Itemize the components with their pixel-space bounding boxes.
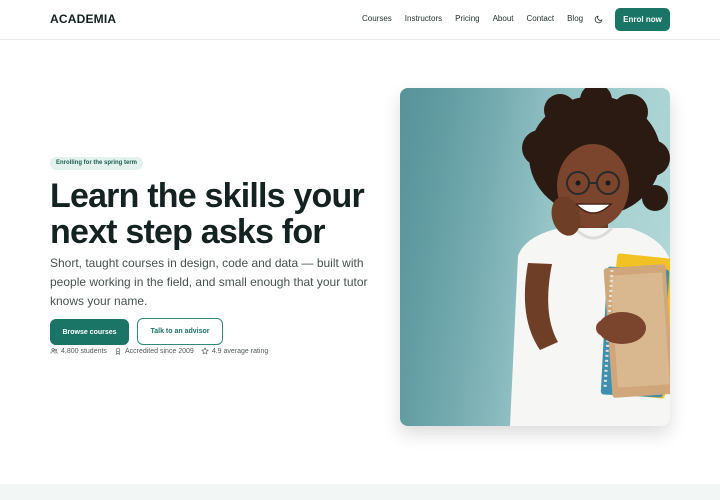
hero-title: Learn the skills your next step asks for [50, 177, 365, 251]
browse-courses-button[interactable]: Browse courses [50, 319, 129, 345]
stat-rating: 4.9 average rating [201, 347, 268, 355]
theme-toggle[interactable] [592, 13, 604, 25]
stat-students: 4,800 students [50, 347, 107, 355]
hero-stats: 4,800 students Accredited since 2009 4.9… [50, 347, 275, 355]
enrol-now-button[interactable]: Enrol now [615, 8, 670, 31]
stat-rating-text: 4.9 average rating [211, 347, 269, 355]
star-icon [201, 347, 209, 355]
moon-icon [594, 15, 602, 23]
student-illustration [400, 88, 670, 426]
nav-link-about[interactable]: About [493, 14, 514, 23]
users-icon [50, 348, 58, 354]
logo[interactable]: ACADEMIA [50, 12, 116, 26]
main-nav: Courses Instructors Pricing About Contac… [362, 14, 596, 23]
next-section-strip [0, 484, 720, 500]
site-header: ACADEMIA Courses Instructors Pricing Abo… [0, 0, 720, 40]
stat-accredited: Accredited since 2009 [114, 347, 194, 355]
nav-link-contact[interactable]: Contact [527, 14, 555, 23]
nav-link-instructors[interactable]: Instructors [405, 14, 442, 23]
nav-link-courses[interactable]: Courses [362, 14, 392, 23]
hero-photo [400, 88, 670, 426]
stat-accredited-text: Accredited since 2009 [124, 347, 194, 355]
hero-subtitle: Short, taught courses in design, code an… [50, 256, 368, 308]
enrolment-badge: Enrolling for the spring term [50, 157, 144, 170]
nav-link-blog[interactable]: Blog [567, 14, 583, 23]
stat-students-text: 4,800 students [61, 347, 107, 355]
talk-to-advisor-button[interactable]: Talk to an advisor [137, 318, 223, 345]
nav-link-pricing[interactable]: Pricing [455, 14, 479, 23]
award-icon [115, 347, 121, 355]
